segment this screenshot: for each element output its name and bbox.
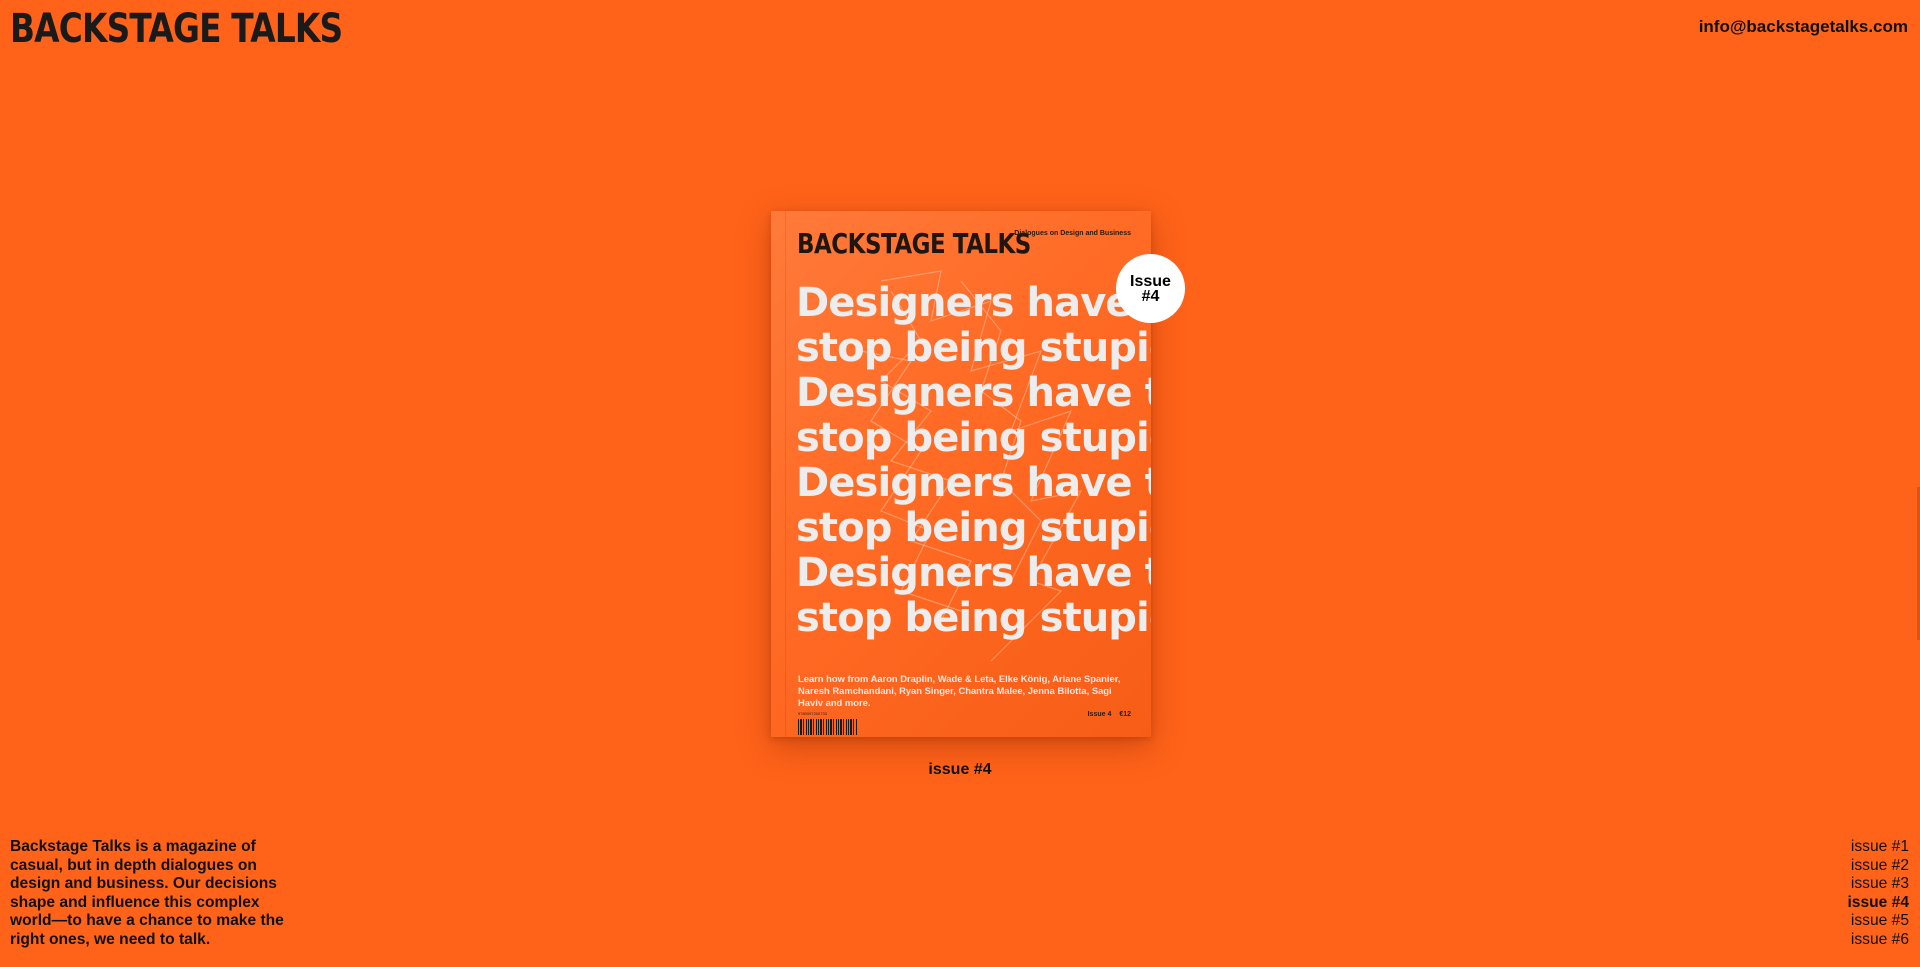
headline-line: Designers have to [796, 460, 1151, 506]
issue-nav-item[interactable]: issue #5 [1847, 912, 1909, 931]
cover-price: €12 [1119, 711, 1131, 718]
barcode-icon [798, 719, 858, 735]
issue-badge[interactable]: Issue #4 [1116, 254, 1185, 323]
issue-nav-item[interactable]: issue #6 [1847, 931, 1909, 950]
headline-line: Designers have to [796, 280, 1151, 326]
headline-line: stop being stupid. [796, 325, 1151, 371]
headline-line: stop being stupid. [796, 415, 1151, 461]
issue-nav-item[interactable]: issue #2 [1847, 857, 1909, 876]
issue-nav-item[interactable]: issue #3 [1847, 875, 1909, 894]
current-issue-caption: issue #4 [928, 761, 992, 778]
headline-line: Designers have to [796, 370, 1151, 416]
headline-line: Designers have to [796, 550, 1151, 596]
about-text: Backstage Talks is a magazine of casual,… [10, 838, 284, 948]
issue-nav-item[interactable]: issue #4 [1847, 894, 1909, 913]
cover-meta: Issue 4 €12 [1088, 711, 1131, 718]
cover-isbn: 9780997200733 [798, 711, 827, 716]
cover-tagline: Dialogues on Design and Business [1014, 230, 1131, 237]
magazine-cover[interactable]: BACKSTAGE TALKS Dialogues on Design and … [771, 211, 1151, 737]
headline-line: stop being stupid. [796, 505, 1151, 551]
site-logo[interactable]: BACKSTAGE TALKS [10, 6, 343, 52]
cover-contributors: Learn how from Aaron Draplin, Wade & Let… [798, 673, 1121, 708]
cover-issue-label: Issue 4 [1087, 711, 1112, 718]
cover-brand-title: BACKSTAGE TALKS [797, 227, 1031, 260]
headline-line: stop being stupid. [796, 595, 1151, 641]
cover-spine [785, 211, 786, 737]
issue-nav-item[interactable]: issue #1 [1847, 838, 1909, 857]
cover-headline: Designers have to stop being stupid. Des… [796, 280, 1151, 641]
contact-email-link[interactable]: info@backstagetalks.com [1699, 17, 1908, 37]
issue-badge-line1: Issue [1130, 272, 1171, 290]
issue-badge-line2: #4 [1141, 287, 1160, 305]
issue-nav: issue #1 issue #2 issue #3 issue #4 issu… [1847, 838, 1909, 949]
